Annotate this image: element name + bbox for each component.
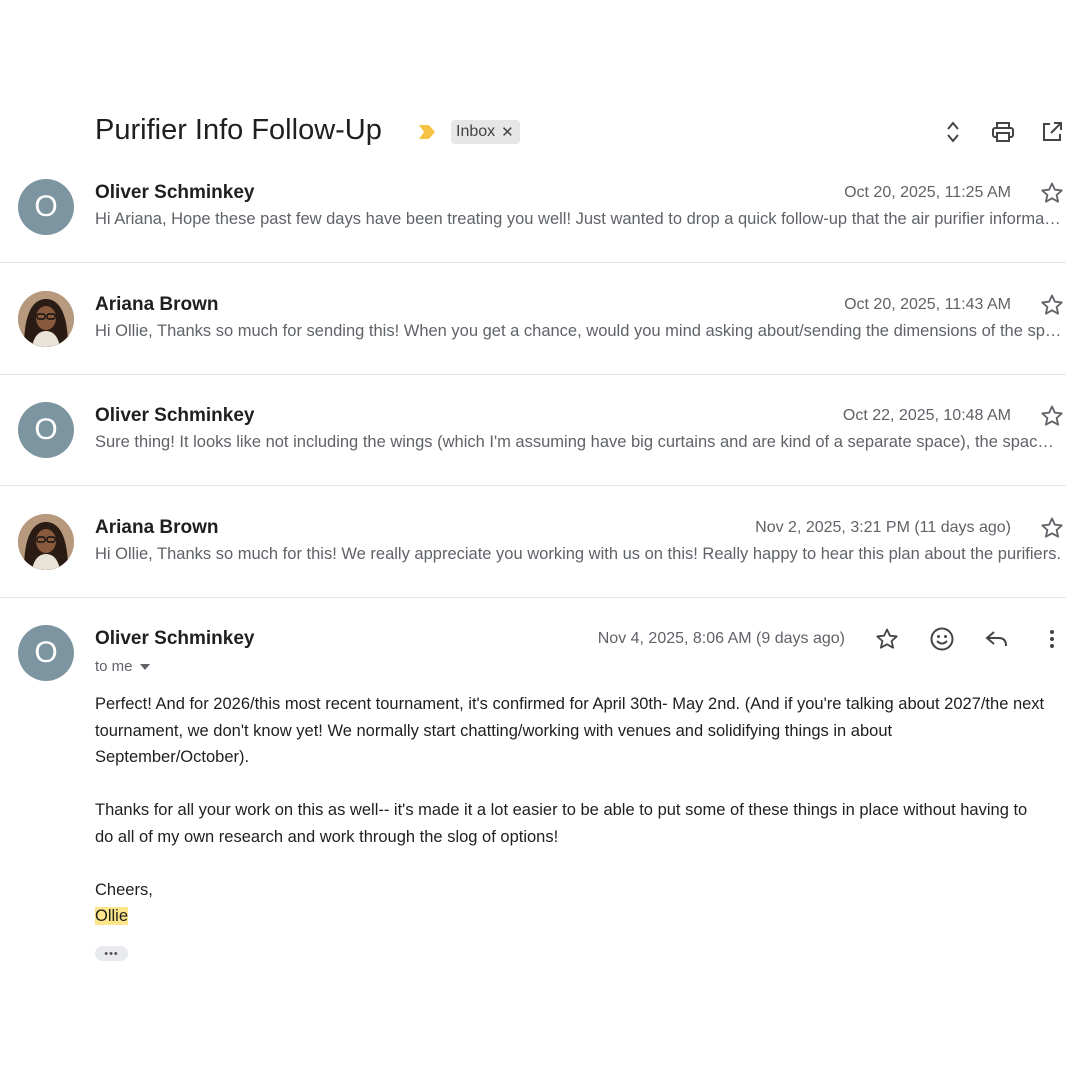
message-date: Oct 20, 2025, 11:43 AM [844,296,1011,313]
reply-icon[interactable] [984,627,1010,651]
star-icon[interactable] [1040,181,1064,205]
message-date: Oct 20, 2025, 11:25 AM [844,184,1011,201]
message-divider [0,262,1066,263]
body-paragraph: Perfect! And for 2026/this most recent t… [95,695,1045,766]
print-icon[interactable] [990,119,1016,145]
thread-subject: Purifier Info Follow-Up [95,114,382,146]
recipient-text: to me [95,658,133,675]
message-date: Oct 22, 2025, 10:48 AM [842,407,1011,424]
star-icon[interactable] [875,627,899,651]
message-snippet[interactable]: Hi Ariana, Hope these past few days have… [95,210,1063,229]
star-icon[interactable] [1040,516,1064,540]
sender-name[interactable]: Oliver Schminkey [95,628,254,650]
message-divider [0,374,1066,375]
sender-name[interactable]: Ariana Brown [95,294,219,316]
message-body: Perfect! And for 2026/this most recent t… [95,691,1045,930]
message-divider [0,485,1066,486]
add-reaction-emoji-icon[interactable] [929,626,955,652]
expand-collapse-icon[interactable] [940,119,966,145]
sender-name[interactable]: Ariana Brown [95,517,219,539]
recipient-details-toggle[interactable]: to me [95,658,151,675]
chevron-down-icon [139,663,150,670]
signoff: Cheers, [95,880,153,899]
message-date: Nov 2, 2025, 3:21 PM (11 days ago) [755,519,1011,536]
message-snippet[interactable]: Hi Ollie, Thanks so much for sending thi… [95,322,1063,341]
show-trimmed-content-button[interactable]: ••• [95,946,128,961]
sender-avatar[interactable]: O [18,179,74,235]
message-snippet[interactable]: Hi Ollie, Thanks so much for this! We re… [95,545,1063,564]
sender-avatar[interactable]: O [18,402,74,458]
open-in-new-window-icon[interactable] [1039,119,1065,145]
more-options-icon[interactable] [1040,627,1064,651]
star-icon[interactable] [1040,404,1064,428]
remove-label-icon[interactable]: ✕ [501,123,514,141]
message-divider [0,597,1066,598]
star-icon[interactable] [1040,293,1064,317]
label-text: Inbox [456,123,496,140]
sender-avatar-photo[interactable] [18,514,74,570]
sender-avatar-photo[interactable] [18,291,74,347]
sender-name[interactable]: Oliver Schminkey [95,405,254,427]
important-marker-icon[interactable] [418,124,436,140]
inbox-label-chip: Inbox ✕ [451,120,520,144]
message-date: Nov 4, 2025, 8:06 AM (9 days ago) [597,630,845,647]
body-paragraph: Thanks for all your work on this as well… [95,801,1028,846]
message-snippet[interactable]: Sure thing! It looks like not including … [95,433,1063,452]
signature: Ollie [95,907,129,925]
sender-avatar[interactable]: O [18,625,74,681]
sender-name[interactable]: Oliver Schminkey [95,182,254,204]
